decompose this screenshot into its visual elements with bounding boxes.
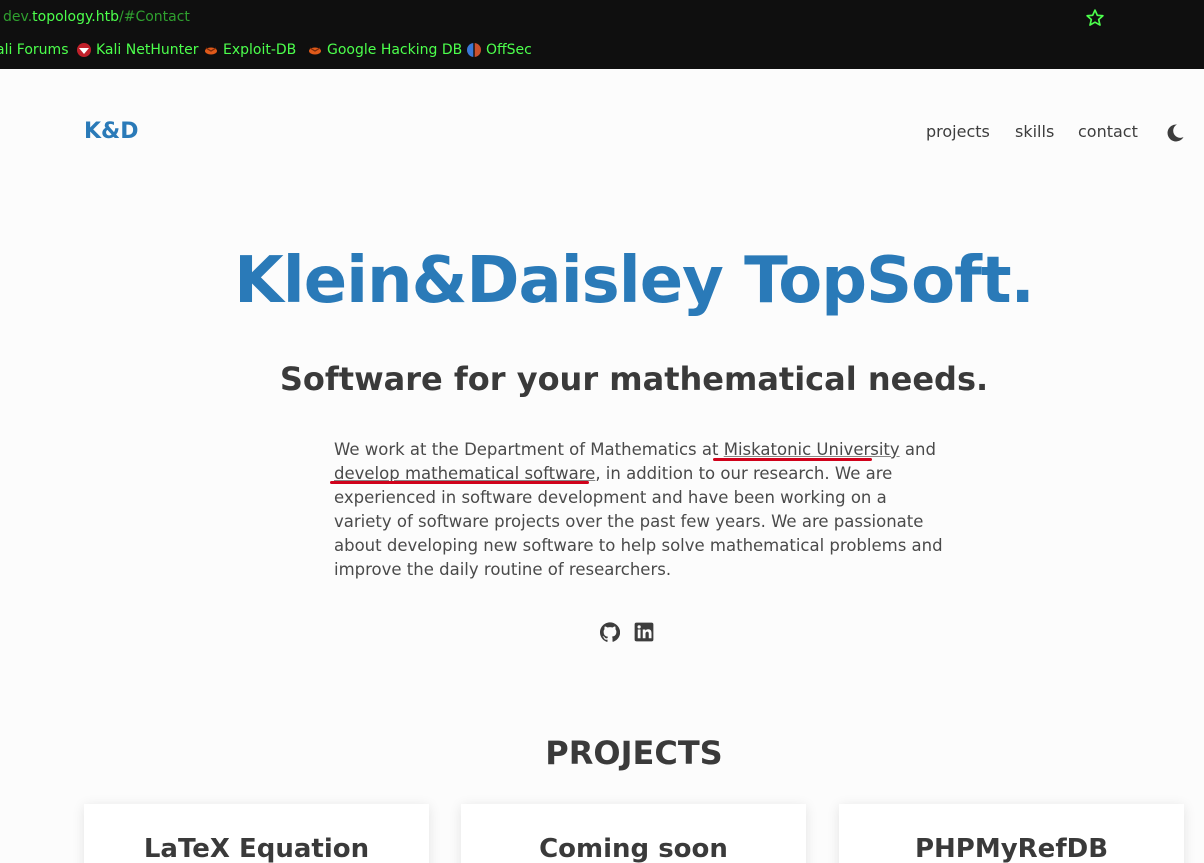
nav-skills[interactable]: skills [1015, 122, 1054, 141]
red-underline-annotation [330, 481, 589, 484]
offsec-icon [467, 43, 481, 57]
linkedin-icon[interactable] [634, 622, 654, 642]
dark-mode-toggle-icon[interactable] [1165, 123, 1185, 143]
bookmark-kali-nethunter[interactable]: Kali NetHunter [76, 42, 198, 58]
project-card-title: PHPMyRefDB [914, 834, 1109, 863]
project-card-coming-soon[interactable]: Coming soon [461, 804, 806, 863]
project-card-title: LaTeX Equation [143, 834, 370, 863]
project-card-phpmyrefdb[interactable]: PHPMyRefDB [839, 804, 1184, 863]
hero-title: Klein&Daisley TopSoft. [234, 244, 1035, 318]
url-bar[interactable]: dev.topology.htb/#Contact [0, 0, 1204, 36]
project-card-latex[interactable]: LaTeX Equation [84, 804, 429, 863]
nethunter-icon [77, 43, 91, 57]
bookmark-kali-forums[interactable]: ali Forums [0, 42, 69, 58]
miskatonic-link[interactable]: Miskatonic University [724, 440, 900, 459]
url-text[interactable]: dev.topology.htb/#Contact [3, 9, 190, 25]
project-card-title: Coming soon [539, 834, 728, 863]
nav-contact[interactable]: contact [1078, 122, 1138, 141]
nav-projects[interactable]: projects [926, 122, 990, 141]
site-logo[interactable]: K&D [84, 119, 139, 144]
bookmark-google-hacking-db[interactable]: Google Hacking DB [307, 42, 462, 58]
hero-subtitle: Software for your mathematical needs. [279, 360, 989, 398]
bookmark-offsec[interactable]: OffSec [466, 42, 532, 58]
exploit-db-icon [205, 47, 217, 55]
bookmark-exploit-db[interactable]: Exploit-DB [203, 42, 296, 58]
browser-chrome: dev.topology.htb/#Contact ali Forums Kal… [0, 0, 1204, 69]
ghdb-icon [309, 47, 321, 55]
projects-heading: PROJECTS [545, 734, 723, 772]
red-underline-annotation [713, 458, 872, 461]
bookmark-star-icon[interactable] [1085, 8, 1105, 28]
github-icon[interactable] [600, 622, 620, 642]
